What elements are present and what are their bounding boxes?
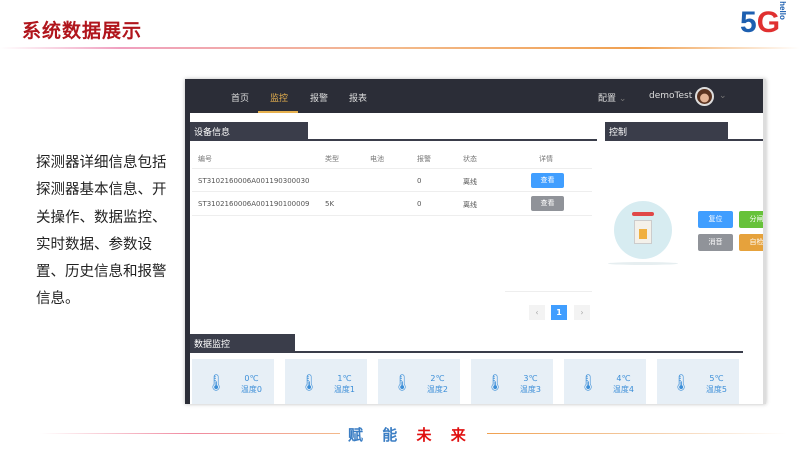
temperature-label: 温度1 (333, 385, 355, 394)
reset-button[interactable]: 复位 (698, 211, 733, 228)
shadow (608, 262, 678, 265)
chevron-down-icon: ⌄ (618, 94, 627, 104)
nav-alarm[interactable]: 报警 (310, 91, 328, 104)
col-header: 类型 (325, 155, 339, 163)
slogan-part: 赋 能 (348, 426, 405, 444)
status: 离线 (463, 178, 477, 186)
temperature-card: 🌡︎ 4℃ 温度4 (564, 359, 646, 404)
thermometer-icon: 🌡︎ (392, 373, 413, 392)
reading: 5℃ 温度5 (706, 373, 727, 395)
data-monitor-title: 数据监控 (190, 334, 295, 351)
temperature-label: 温度3 (519, 385, 541, 394)
top-nav: 首页 监控 报警 报表 配置 ⌄ demoTest ⌄ (185, 79, 766, 113)
table-row: ST3102160006A001190100009 5K 0 离线 查看 (192, 192, 592, 216)
5g-logo: 5G hello (740, 1, 787, 39)
scrollbar[interactable] (763, 79, 766, 404)
chevron-down-icon[interactable]: ⌄ (719, 91, 727, 101)
self-test-button[interactable]: 自检 (739, 234, 766, 251)
temperature-value: 3℃ (523, 374, 538, 383)
divider (605, 139, 766, 141)
config-menu[interactable]: 配置 ⌄ (598, 91, 626, 104)
temperature-value: 1℃ (337, 374, 352, 383)
temperature-value: 4℃ (616, 374, 631, 383)
nav-monitor[interactable]: 监控 (270, 91, 288, 104)
col-header: 编号 (198, 155, 212, 163)
temperature-label: 温度2 (426, 385, 448, 394)
temperature-card: 🌡︎ 1℃ 温度1 (285, 359, 367, 404)
status: 离线 (463, 201, 477, 209)
nav-home[interactable]: 首页 (231, 91, 249, 104)
control-title: 控制 (605, 122, 728, 139)
divider (190, 351, 743, 353)
next-page-button[interactable]: › (574, 305, 590, 320)
divider (487, 433, 787, 434)
config-label: 配置 (598, 94, 617, 104)
col-header: 状态 (463, 155, 477, 163)
avatar[interactable] (695, 87, 714, 106)
switch-device-icon (614, 201, 672, 259)
open-switch-button[interactable]: 分闸 (739, 211, 766, 228)
temperature-card: 🌡︎ 0℃ 温度0 (192, 359, 274, 404)
col-header: 电池 (370, 155, 384, 163)
reading: 1℃ 温度1 (334, 373, 355, 395)
slogan: 赋 能 未 来 (348, 424, 473, 445)
divider (190, 139, 597, 141)
temperature-card: 🌡︎ 5℃ 温度5 (657, 359, 739, 404)
app-window: 首页 监控 报警 报表 配置 ⌄ demoTest ⌄ 设备信息 编号 类型 电… (185, 79, 766, 404)
thermometer-icon: 🌡︎ (671, 373, 692, 392)
device-id: ST3102160006A001190300030 (198, 177, 310, 185)
temperature-value: 5℃ (709, 374, 724, 383)
thermometer-icon: 🌡︎ (578, 373, 599, 392)
sidebar-edge (185, 113, 190, 404)
slogan-part: 未 来 (416, 426, 473, 444)
divider (40, 433, 340, 434)
col-header: 报警 (417, 155, 431, 163)
thermometer-icon: 🌡︎ (206, 373, 227, 392)
temperature-label: 温度4 (612, 385, 634, 394)
thermometer-icon: 🌡︎ (485, 373, 506, 392)
reading: 4℃ 温度4 (613, 373, 634, 395)
divider (0, 47, 800, 49)
alarm-count: 0 (417, 177, 422, 185)
user-name[interactable]: demoTest (649, 91, 692, 101)
temperature-value: 0℃ (244, 374, 259, 383)
active-tab-indicator (258, 111, 298, 113)
slide-description: 探测器详细信息包括探测器基本信息、开关操作、数据监控、实时数据、参数设置、历史信… (36, 155, 167, 308)
divider (505, 291, 592, 292)
reading: 3℃ 温度3 (520, 373, 541, 395)
table-row: ST3102160006A001190300030 0 离线 查看 (192, 168, 592, 192)
alarm-count: 0 (417, 200, 422, 208)
device-info-title: 设备信息 (190, 122, 308, 139)
prev-page-button[interactable]: ‹ (529, 305, 545, 320)
page-1-button[interactable]: 1 (551, 305, 567, 320)
device-id: ST3102160006A001190100009 (198, 200, 310, 208)
temperature-value: 2℃ (430, 374, 445, 383)
temperature-label: 温度5 (705, 385, 727, 394)
temperature-card: 🌡︎ 3℃ 温度3 (471, 359, 553, 404)
thermometer-icon: 🌡︎ (299, 373, 320, 392)
reading: 2℃ 温度2 (427, 373, 448, 395)
mute-button[interactable]: 消音 (698, 234, 733, 251)
slide-title: 系统数据展示 (22, 20, 143, 42)
device-type: 5K (325, 200, 335, 208)
temperature-card: 🌡︎ 2℃ 温度2 (378, 359, 460, 404)
nav-report[interactable]: 报表 (349, 91, 367, 104)
col-header: 详情 (539, 155, 553, 163)
view-button[interactable]: 查看 (531, 173, 564, 188)
view-button[interactable]: 查看 (531, 196, 564, 211)
reading: 0℃ 温度0 (241, 373, 262, 395)
temperature-label: 温度0 (240, 385, 262, 394)
